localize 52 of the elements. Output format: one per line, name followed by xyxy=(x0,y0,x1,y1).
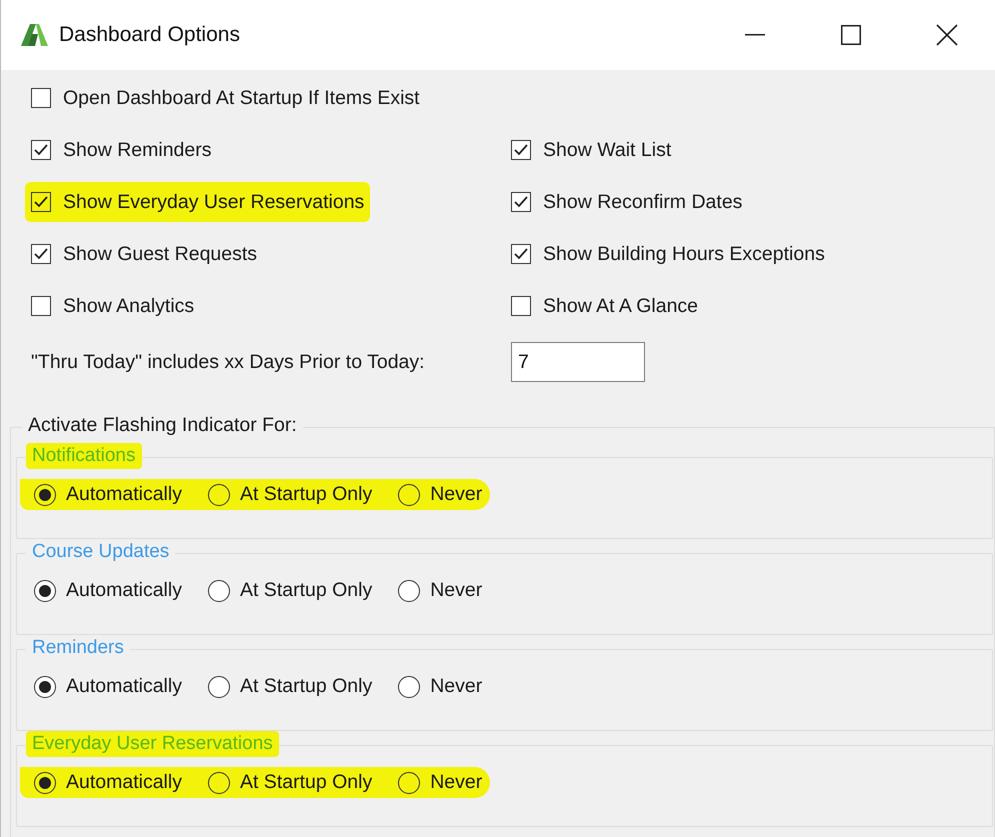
group-title: Notifications xyxy=(26,443,142,469)
radio-button[interactable] xyxy=(208,580,230,602)
radio-label[interactable]: Never xyxy=(430,579,482,602)
radio-label[interactable]: Automatically xyxy=(66,675,182,698)
radio-button[interactable] xyxy=(34,676,56,698)
radio-button[interactable] xyxy=(398,772,420,794)
field-label: "Thru Today" includes xx Days Prior to Today: xyxy=(31,350,426,374)
radio-label[interactable]: Automatically xyxy=(66,483,182,506)
radio-label[interactable]: At Startup Only xyxy=(240,579,372,602)
radio-label[interactable]: Automatically xyxy=(66,579,182,602)
radio-label[interactable]: Never xyxy=(430,483,482,506)
radio-button[interactable] xyxy=(398,484,420,506)
radio-button[interactable] xyxy=(34,484,56,506)
radio-label[interactable]: At Startup Only xyxy=(240,675,372,698)
maximize-icon xyxy=(841,25,861,45)
radio-button[interactable] xyxy=(34,580,56,602)
checkbox-label[interactable]: Show At A Glance xyxy=(543,294,698,318)
checkbox[interactable] xyxy=(31,296,51,316)
group-title: Everyday User Reservations xyxy=(26,731,279,757)
checkbox[interactable] xyxy=(511,296,531,316)
radio-button[interactable] xyxy=(208,772,230,794)
checkbox-label[interactable]: Show Analytics xyxy=(63,294,194,318)
radio-label[interactable]: Never xyxy=(430,675,482,698)
radio-button[interactable] xyxy=(208,484,230,506)
minimize-icon xyxy=(745,34,765,36)
radio-button[interactable] xyxy=(398,676,420,698)
checkbox[interactable] xyxy=(511,140,531,160)
radio-label[interactable]: At Startup Only xyxy=(240,483,372,506)
radio-label[interactable]: Never xyxy=(430,771,482,794)
radio-label[interactable]: Automatically xyxy=(66,771,182,794)
checkbox-label[interactable]: Show Guest Requests xyxy=(63,242,258,266)
window-title: Dashboard Options xyxy=(59,23,241,47)
checkbox[interactable] xyxy=(31,192,51,212)
checkbox-label[interactable]: Open Dashboard At Startup If Items Exist xyxy=(63,86,420,110)
radio-label[interactable]: At Startup Only xyxy=(240,771,372,794)
logo-icon xyxy=(19,22,49,48)
checkbox-label[interactable]: Show Reconfirm Dates xyxy=(543,190,742,214)
checkbox[interactable] xyxy=(31,140,51,160)
radio-button[interactable] xyxy=(208,676,230,698)
checkbox-label[interactable]: Show Everyday User Reservations xyxy=(63,190,364,214)
checkbox-label[interactable]: Show Building Hours Exceptions xyxy=(543,242,825,266)
days-field[interactable]: 7 xyxy=(511,342,645,382)
checkbox-label[interactable]: Show Reminders xyxy=(63,138,212,162)
radio-button[interactable] xyxy=(34,772,56,794)
section-title: Activate Flashing Indicator For: xyxy=(22,414,303,437)
checkbox[interactable] xyxy=(31,88,51,108)
checkbox-label[interactable]: Show Wait List xyxy=(543,138,672,162)
checkbox[interactable] xyxy=(511,244,531,264)
close-icon xyxy=(936,24,958,46)
radio-button[interactable] xyxy=(398,580,420,602)
checkbox[interactable] xyxy=(31,244,51,264)
checkbox[interactable] xyxy=(511,192,531,212)
